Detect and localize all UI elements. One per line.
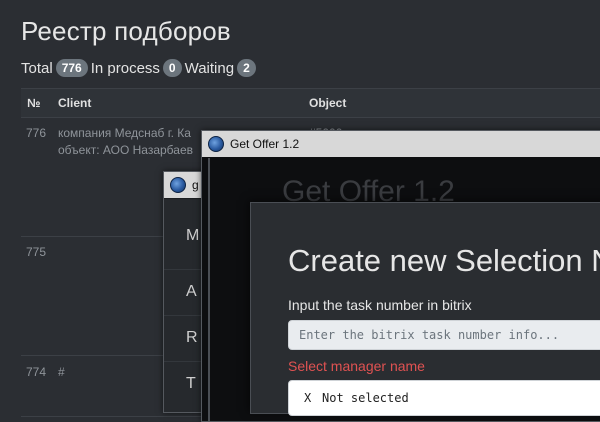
stat-waiting-badge: 2 (237, 59, 256, 77)
row-num: 774 (26, 365, 47, 379)
clear-selection-icon[interactable]: X (304, 391, 311, 405)
menu-item-r[interactable]: R (164, 315, 204, 362)
row-client: компания Медснаб г. Ка (58, 126, 191, 140)
row-client: # (58, 365, 65, 379)
get-offer-border-line (208, 158, 210, 421)
menu-item-label: M (186, 227, 200, 244)
back-window-title: g (192, 178, 199, 192)
task-number-input[interactable] (289, 321, 600, 349)
app-globe-icon (208, 136, 224, 152)
form-title: Create new Selection N (288, 243, 600, 278)
menu-item-t[interactable]: T (164, 361, 204, 408)
get-offer-window-title: Get Offer 1.2 (230, 137, 300, 151)
stat-waiting-label: Waiting (184, 59, 235, 77)
row-client-object: объект: АОО Назарбаев (58, 143, 193, 157)
stat-total-label: Total (21, 59, 53, 77)
header-object[interactable]: Object (309, 96, 346, 110)
stats-bar: Total 776 In process 0 Waiting 2 (21, 59, 259, 77)
menu-item-label: R (186, 329, 198, 346)
manager-label: Select manager name (288, 358, 425, 374)
stat-total-badge: 776 (55, 59, 88, 77)
task-number-field[interactable] (288, 320, 600, 350)
header-client[interactable]: Client (58, 96, 91, 110)
row-num: 775 (26, 245, 47, 259)
create-selection-form: Create new Selection N Input the task nu… (250, 202, 600, 416)
manager-select-value: Not selected (322, 391, 409, 405)
header-num[interactable]: № (27, 96, 40, 110)
app-globe-icon (170, 177, 186, 193)
get-offer-titlebar[interactable]: Get Offer 1.2 (202, 131, 600, 157)
menu-item-label: A (186, 283, 197, 300)
page-title: Реестр подборов (21, 16, 231, 46)
task-number-label: Input the task number in bitrix (288, 297, 472, 313)
manager-select[interactable]: X Not selected (288, 380, 600, 416)
menu-item-m[interactable]: M (164, 214, 204, 260)
menu-item-a[interactable]: A (164, 269, 204, 316)
row-num: 776 (26, 126, 47, 140)
stat-in-process-badge: 0 (162, 59, 182, 77)
table-header: № Client Object (21, 88, 600, 118)
stat-in-process-label: In process (90, 59, 160, 77)
menu-item-label: T (186, 375, 196, 392)
